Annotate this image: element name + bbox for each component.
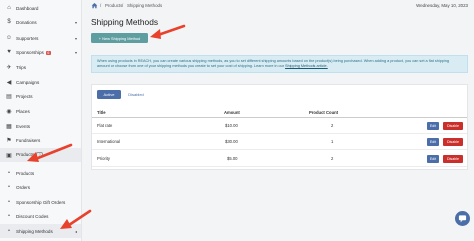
cell-amount: $5.00 (227, 156, 238, 161)
sidebar-item-events[interactable]: ▦ Events (0, 119, 81, 133)
calendar-icon: ▦ (6, 123, 12, 130)
column-header-amount: Amount (224, 110, 240, 115)
tab-active[interactable]: Active (97, 90, 121, 99)
shipping-methods-card: Active Disabled Title Amount Product Cou… (91, 84, 468, 170)
clipboard-icon: ▤ (6, 93, 12, 100)
table-row: Flat rate $10.00 2 Edit Disable (92, 119, 467, 134)
sidebar-item-label: Projects (16, 93, 33, 99)
sidebar-item-dashboard[interactable]: ⌂ Dashboard (0, 1, 81, 15)
cell-product-count: 2 (331, 156, 334, 161)
sidebar-item-places[interactable]: ◉ Places (0, 104, 81, 118)
breadcrumb-separator: / (122, 3, 124, 8)
map-pin-icon: ◉ (6, 108, 12, 115)
sidebar-subitem-shipping-methods[interactable]: • Shipping Methods ◂ (0, 224, 81, 238)
breadcrumb-shipping-methods: Shipping Methods (127, 3, 163, 8)
chevron-down-icon: ▾ (74, 49, 77, 55)
current-date: Wednesday, May 10, 2023 (416, 3, 468, 8)
table-row: Priority $5.00 2 Edit Disable (92, 152, 467, 167)
bullet-icon: • (8, 228, 10, 234)
sidebar-item-label: Sponsorship Gift Orders (16, 199, 66, 205)
sidebar-item-label: Discount Codes (16, 213, 49, 219)
cell-product-count: 1 (331, 139, 334, 144)
plane-icon: ✈ (6, 64, 12, 71)
sidebar-item-label: Products (16, 152, 35, 157)
disable-button[interactable]: Disable (443, 122, 463, 130)
user-icon: ☺ (5, 35, 13, 41)
sidebar-item-label: Trips (16, 64, 27, 70)
sidebar-item-label: Supporters (16, 35, 39, 41)
bullet-icon: • (8, 213, 10, 219)
sidebar-item-products[interactable]: ▣ Products? (0, 148, 81, 162)
cell-title: International (97, 139, 121, 144)
edit-button[interactable]: Edit (427, 155, 439, 163)
column-header-title: Title (97, 110, 106, 115)
sidebar-item-label: Places (16, 108, 30, 114)
info-text: When using products in REACH, you can cr… (97, 59, 449, 68)
sidebar-item-label: Fundraisers (16, 137, 41, 143)
sidebar-item-label: Dashboard (16, 5, 39, 11)
megaphone-icon: ◀ (6, 79, 12, 86)
handshake-icon: ♥ (7, 49, 11, 55)
info-alert: When using products in REACH, you can cr… (91, 55, 468, 73)
disable-button[interactable]: Disable (443, 155, 463, 163)
sidebar-item-sponsorships[interactable]: ♥ Sponsorships 6 ▾ (0, 45, 81, 59)
breadcrumb-products[interactable]: Products (105, 3, 122, 8)
cell-amount: $10.00 (225, 123, 238, 128)
tab-disabled[interactable]: Disabled (125, 90, 147, 99)
sidebar-item-donations[interactable]: $ Donations ▾ (0, 15, 81, 29)
sidebar-item-label: Orders (16, 184, 31, 190)
header-divider (92, 117, 467, 118)
sidebar-item-label: Donations (16, 19, 37, 25)
edit-button[interactable]: Edit (427, 138, 439, 146)
top-bar: / Products / Shipping Methods Wednesday,… (83, 0, 474, 12)
sidebar-item-label: Products (16, 170, 35, 176)
disable-button[interactable]: Disable (443, 138, 463, 146)
sidebar-item-campaigns[interactable]: ◀ Campaigns (0, 75, 81, 89)
sidebar-subitem-products[interactable]: • Products (0, 166, 81, 180)
page-title: Shipping Methods (91, 17, 159, 27)
box-icon: ▣ (6, 152, 12, 159)
cell-product-count: 2 (331, 123, 334, 128)
bullet-icon: • (8, 199, 10, 205)
chat-icon (458, 215, 467, 223)
dollar-icon: $ (7, 19, 11, 25)
cell-title: Priority (97, 156, 111, 161)
sidebar: ⌂ Dashboard $ Donations ▾ ☺ Supporters ▾… (0, 0, 82, 241)
count-badge: 6 (45, 50, 51, 55)
fundraiser-icon: ⚑ (6, 137, 12, 144)
chevron-left-icon: ◂ (74, 228, 77, 234)
chat-button[interactable] (455, 211, 470, 226)
sidebar-subitem-orders[interactable]: • Orders (0, 180, 81, 194)
breadcrumb-separator: / (100, 3, 102, 8)
edit-button[interactable]: Edit (427, 122, 439, 130)
sidebar-item-fundraisers[interactable]: ⚑ Fundraisers (0, 133, 81, 147)
chevron-down-icon: ▾ (74, 19, 77, 25)
sidebar-item-projects[interactable]: ▤ Projects (0, 89, 81, 103)
sidebar-item-label: Shipping Methods (16, 228, 53, 234)
sidebar-item-supporters[interactable]: ☺ Supporters ▾ (0, 31, 81, 45)
sidebar-item-label: Sponsorships (16, 49, 44, 55)
new-shipping-method-button[interactable]: + New Shipping Method (91, 33, 148, 43)
home-icon: ⌂ (7, 5, 11, 11)
sidebar-item-label: Campaigns (16, 79, 40, 85)
sidebar-subitem-discount-codes[interactable]: • Discount Codes (0, 209, 81, 223)
chevron-down-icon: ▾ (74, 35, 77, 41)
cell-title: Flat rate (97, 123, 113, 128)
table-row: International $30.00 1 Edit Disable (92, 135, 467, 150)
sidebar-subitem-sponsorship-gift-orders[interactable]: • Sponsorship Gift Orders (0, 195, 81, 209)
cell-amount: $30.00 (225, 139, 238, 144)
sidebar-item-trips[interactable]: ✈ Trips (0, 60, 81, 74)
home-icon[interactable] (91, 2, 98, 9)
shipping-methods-article-link[interactable]: Shipping Methods article. (285, 64, 328, 68)
sidebar-item-label: Events (16, 123, 31, 129)
bullet-icon: • (8, 184, 10, 190)
column-header-product-count: Product Count (309, 110, 339, 115)
help-icon[interactable]: ? (36, 152, 44, 158)
bullet-icon: • (8, 170, 10, 176)
